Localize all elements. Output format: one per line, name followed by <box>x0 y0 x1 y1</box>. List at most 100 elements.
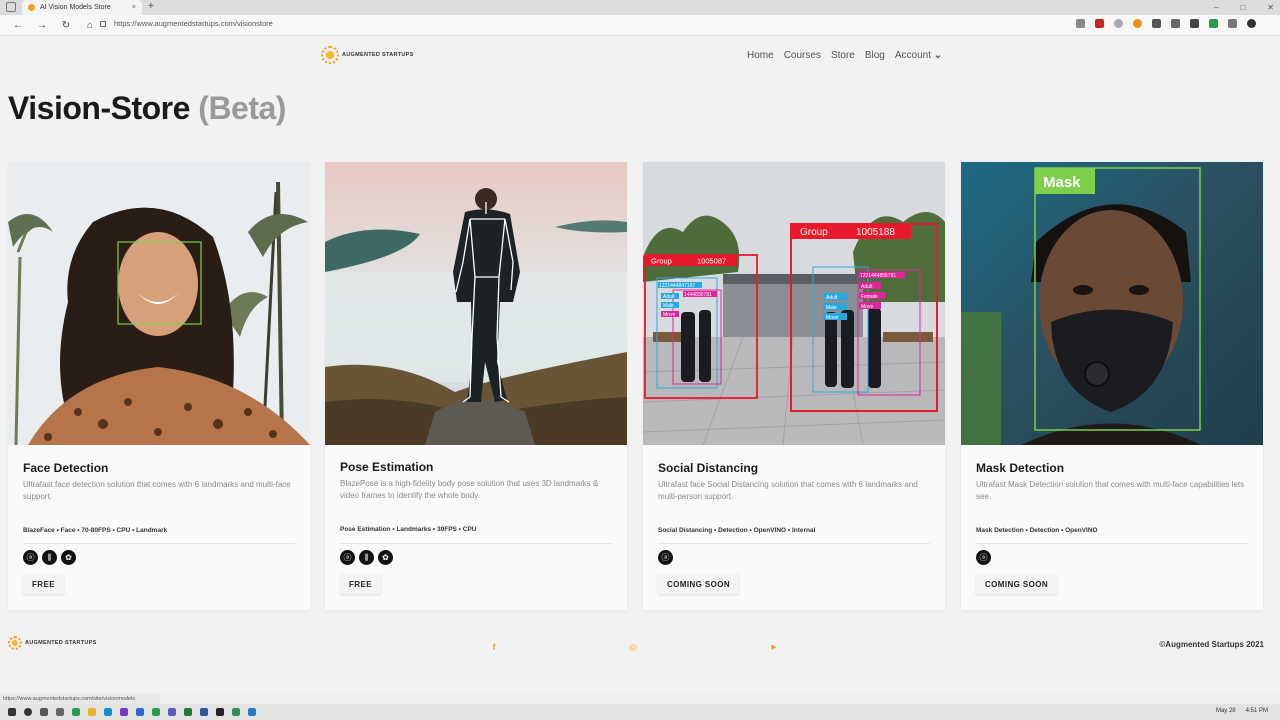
home-button[interactable]: ⌂ <box>84 20 96 31</box>
youtube-icon[interactable]: ▶ <box>769 642 779 652</box>
app-blue-icon[interactable] <box>248 708 256 716</box>
system-tray[interactable]: May 28 4:51 PM <box>1216 708 1268 714</box>
start-icon[interactable] <box>8 708 16 716</box>
card-tags: Pose Estimation • Landmarks • 30FPS • CP… <box>340 526 477 533</box>
copyright-text: ©Augmented Startups 2021 <box>1159 640 1264 649</box>
coming-soon-button[interactable]: COMING SOON <box>976 574 1058 594</box>
page-title: Vision-Store (Beta) <box>8 90 286 127</box>
card-tags: BlazeFace • Face • 70-80FPS • CPU • Land… <box>23 527 168 534</box>
equalizer-icon: ⫼ <box>359 550 374 565</box>
card-title[interactable]: Social Distancing <box>658 461 758 475</box>
menu-home[interactable]: Home <box>747 50 774 61</box>
address-bar[interactable]: https://www.augmentedstartups.com/vision… <box>100 19 273 28</box>
card-description: Ultrafast Mask Detection solution that c… <box>976 480 1245 501</box>
card-icon-row: ⓐ ⫼ ✿ <box>340 550 393 565</box>
site-logo[interactable]: AUGMENTED STARTUPS <box>321 46 414 64</box>
card-description: Ultrafast face detection solution that c… <box>23 480 291 501</box>
reload-button[interactable]: ↻ <box>60 20 72 31</box>
app-icon[interactable] <box>232 708 240 716</box>
extension-green-icon[interactable] <box>1209 19 1218 28</box>
group-label: Group <box>651 257 672 266</box>
word-icon[interactable] <box>200 708 208 716</box>
card-title[interactable]: Face Detection <box>23 461 108 475</box>
card-tags: Mask Detection • Detection • OpenVINO <box>976 527 1098 534</box>
free-button[interactable]: FREE <box>340 574 381 594</box>
minimize-button[interactable]: – <box>1214 3 1218 12</box>
profile-avatar[interactable] <box>1247 19 1256 28</box>
teams-icon[interactable] <box>168 708 176 716</box>
taskbar: May 28 4:51 PM <box>0 704 1280 720</box>
outlook-icon[interactable] <box>136 708 144 716</box>
footer-logo[interactable]: AUGMENTED STARTUPS <box>8 636 97 650</box>
card-pose-estimation[interactable]: Pose Estimation BlazePose is a high-fide… <box>325 162 627 610</box>
logo-text: AUGMENTED STARTUPS <box>25 640 97 646</box>
maximize-button[interactable]: □ <box>1240 3 1245 12</box>
onenote-icon[interactable] <box>120 708 128 716</box>
gear-icon: ✿ <box>378 550 393 565</box>
extension-red-icon[interactable] <box>1095 19 1104 28</box>
person-label: Move <box>826 315 838 321</box>
browser-tab[interactable]: AI Vision Models Store × <box>22 0 142 15</box>
site-footer: AUGMENTED STARTUPS f ◎ ▶ ©Augmented Star… <box>0 636 1280 656</box>
chrome-icon[interactable] <box>152 708 160 716</box>
augmented-startups-icon: ⓐ <box>658 550 673 565</box>
menu-account[interactable]: Account ⌄ <box>895 50 942 61</box>
card-description: Ultrafast face Social Distancing solutio… <box>658 480 918 501</box>
web-page: AUGMENTED STARTUPS Home Courses Store Bl… <box>0 36 1280 693</box>
gear-icon: ✿ <box>61 550 76 565</box>
extension-orange-icon[interactable] <box>1133 19 1142 28</box>
close-window-button[interactable]: ✕ <box>1267 3 1274 12</box>
person-label: Adult <box>826 295 838 301</box>
divider <box>658 543 930 544</box>
tab-icon[interactable] <box>1228 19 1237 28</box>
augmented-startups-icon: ⓐ <box>23 550 38 565</box>
card-description: BlazePose is a high-fidelity body pose s… <box>340 479 599 500</box>
instagram-icon[interactable]: ◎ <box>628 642 638 652</box>
file-explorer-icon[interactable] <box>88 708 96 716</box>
person-id: 1444830781 <box>684 292 712 298</box>
card-title[interactable]: Mask Detection <box>976 461 1064 475</box>
menu-blog[interactable]: Blog <box>865 50 885 61</box>
shield-icon[interactable] <box>1190 19 1199 28</box>
facebook-icon[interactable]: f <box>489 642 499 652</box>
extension-gray-icon[interactable] <box>1114 19 1123 28</box>
tray-date: May 28 <box>1215 708 1236 714</box>
app-green-icon[interactable] <box>72 708 80 716</box>
favorites-star-icon[interactable] <box>1076 19 1085 28</box>
free-button[interactable]: FREE <box>23 574 64 594</box>
person-label: Adult <box>861 284 873 290</box>
tab-close-icon[interactable]: × <box>132 4 136 11</box>
menu-courses[interactable]: Courses <box>784 50 821 61</box>
card-tags: Social Distancing • Detection • OpenVINO… <box>658 527 816 534</box>
search-icon[interactable] <box>24 708 32 716</box>
card-title[interactable]: Pose Estimation <box>340 460 433 474</box>
person-label: Male <box>826 305 837 311</box>
lightbulb-logo-icon <box>321 46 339 64</box>
person-label: Move <box>663 312 675 318</box>
edge-icon[interactable] <box>104 708 112 716</box>
face-detection-image <box>8 162 310 445</box>
card-icon-row: ⓐ <box>976 550 991 565</box>
forward-button[interactable]: → <box>36 20 48 31</box>
tray-time: 4:51 PM <box>1245 708 1268 714</box>
card-mask-detection[interactable]: Mask Mask Detection Ultrafast Mask Detec… <box>961 162 1263 610</box>
back-button[interactable]: ← <box>12 20 24 31</box>
group-id: 1005087 <box>697 257 726 266</box>
menu-store[interactable]: Store <box>831 50 855 61</box>
address-bar-url: https://www.augmentedstartups.com/vision… <box>114 19 273 28</box>
calculator-icon[interactable] <box>56 708 64 716</box>
excel-icon[interactable] <box>184 708 192 716</box>
person-label: Adult <box>663 294 675 300</box>
logo-text: AUGMENTED STARTUPS <box>342 52 414 58</box>
task-view-icon[interactable] <box>40 708 48 716</box>
card-social-distancing[interactable]: Group 1005087 Group 1005188 122144484715… <box>643 162 945 610</box>
collections-icon[interactable] <box>1152 19 1161 28</box>
coming-soon-button[interactable]: COMING SOON <box>658 574 740 594</box>
tab-actions-icon[interactable] <box>6 2 16 12</box>
extension-icons <box>1076 19 1256 28</box>
app-dark-icon[interactable] <box>216 708 224 716</box>
read-aloud-icon[interactable] <box>1171 19 1180 28</box>
augmented-startups-icon: ⓐ <box>340 550 355 565</box>
card-face-detection[interactable]: Face Detection Ultrafast face detection … <box>8 162 310 610</box>
new-tab-button[interactable]: + <box>148 1 154 12</box>
